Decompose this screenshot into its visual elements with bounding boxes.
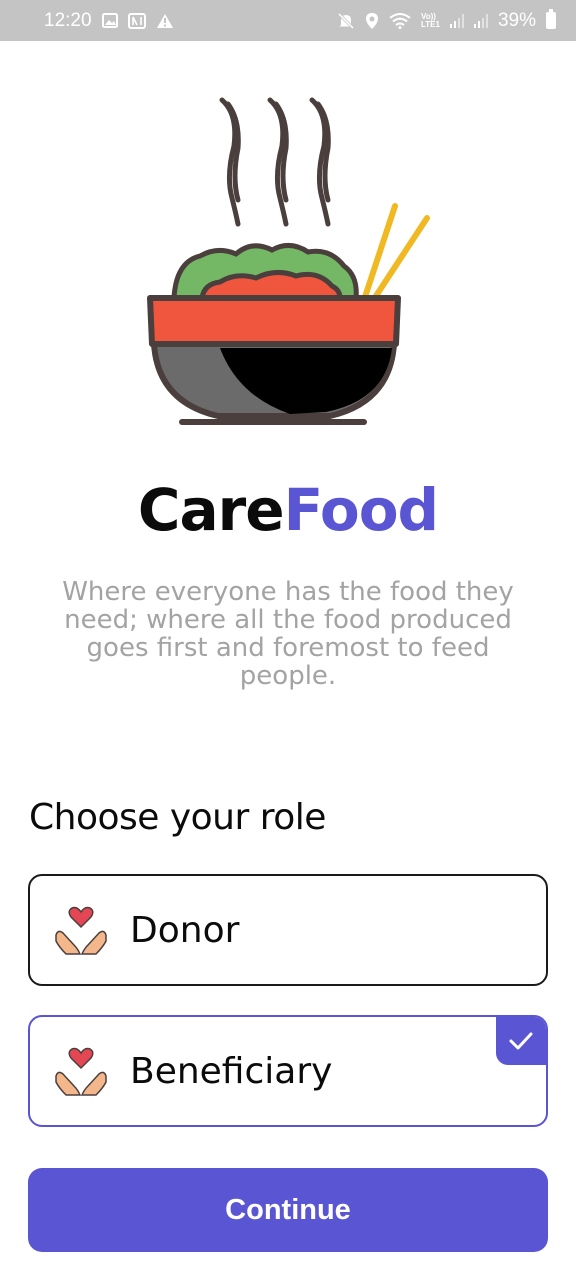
mute-icon: [337, 12, 355, 30]
status-bar: 12:20 Vo)) LTE1 39%: [0, 0, 576, 41]
battery-percent: 39%: [497, 9, 536, 31]
image-icon: [101, 13, 118, 28]
checkmark-icon: [509, 1032, 533, 1050]
app-title: CareFood: [0, 476, 576, 544]
nfc-icon: [127, 12, 146, 29]
location-icon: [365, 12, 379, 30]
signal-icon: [449, 13, 464, 28]
heart-hands-icon: [55, 906, 107, 955]
food-bowl-icon: [147, 97, 430, 425]
role-section-title: Choose your role: [29, 797, 326, 838]
role-option-beneficiary[interactable]: Beneficiary: [28, 1015, 548, 1127]
volte-icon: Vo)) LTE1: [421, 12, 440, 29]
hero-illustration: [140, 90, 440, 430]
role-option-donor[interactable]: Donor: [28, 874, 548, 986]
role-label-beneficiary: Beneficiary: [130, 1050, 333, 1092]
signal-icon: [473, 13, 488, 28]
status-left: 12:20: [44, 10, 174, 32]
brand-food: Food: [283, 476, 439, 544]
selected-badge: [496, 1017, 546, 1065]
heart-hands-icon: [55, 1047, 107, 1096]
continue-button[interactable]: Continue: [28, 1168, 548, 1252]
brand-care: Care: [137, 476, 285, 544]
wifi-icon: [389, 12, 411, 29]
alert-icon: [156, 13, 174, 29]
tagline: Where everyone has the food they need; w…: [62, 577, 514, 691]
status-time: 12:20: [44, 9, 92, 31]
role-label-donor: Donor: [130, 909, 240, 951]
volte-bottom: LTE1: [421, 19, 440, 29]
status-right: Vo)) LTE1 39%: [337, 9, 556, 32]
battery-icon: [546, 9, 556, 29]
